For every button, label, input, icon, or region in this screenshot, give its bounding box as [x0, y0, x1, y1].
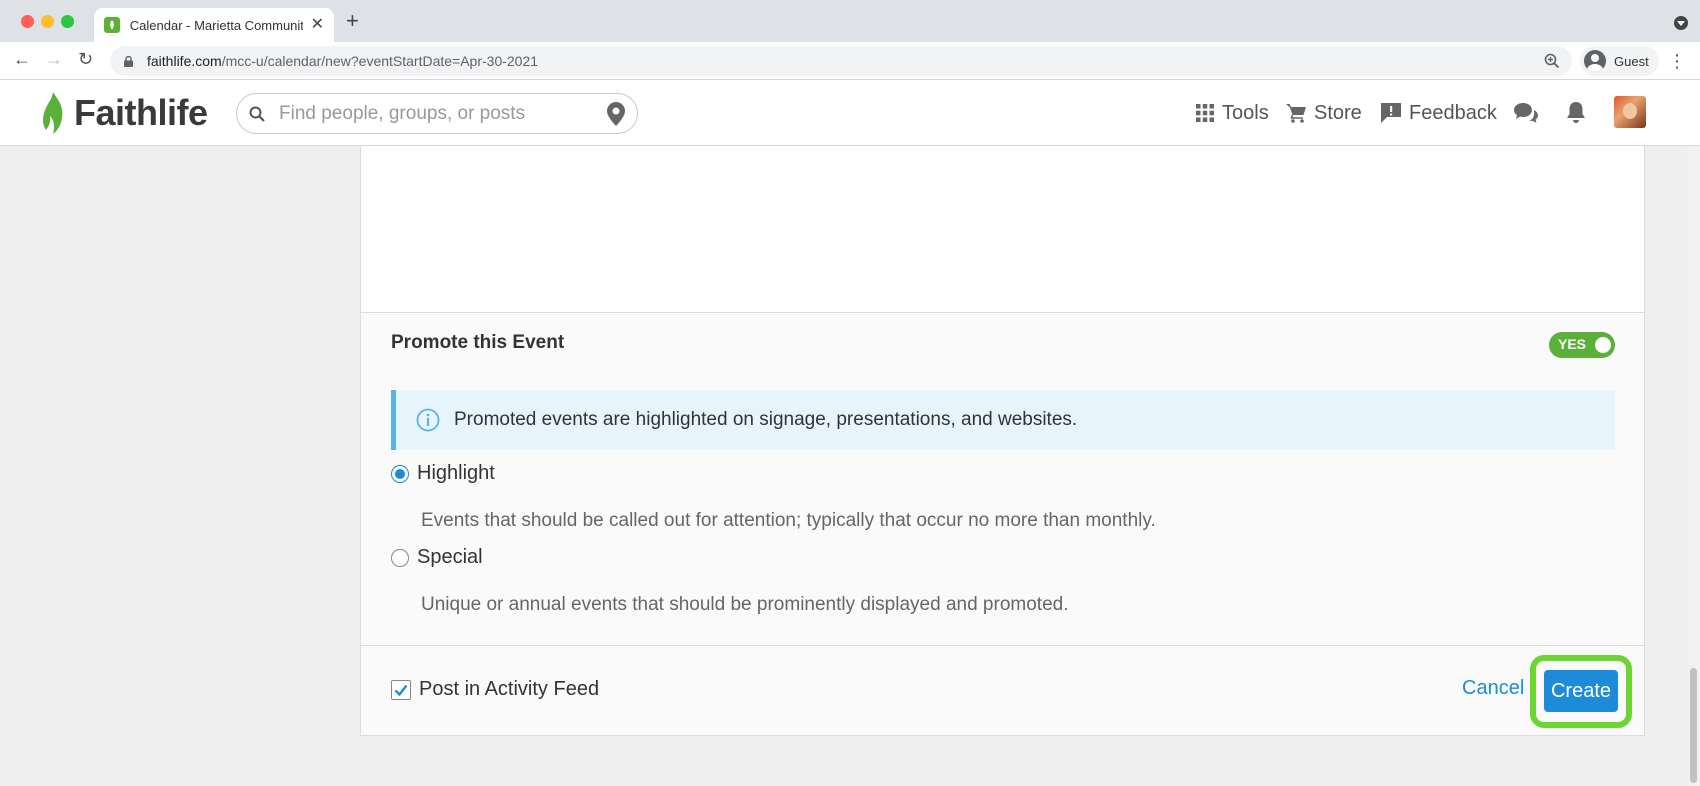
forward-arrow-icon[interactable]: →	[45, 50, 63, 68]
highlight-label[interactable]: Highlight	[417, 462, 495, 485]
info-icon	[416, 408, 440, 432]
promote-info-text: Promoted events are highlighted on signa…	[454, 409, 1078, 430]
promote-toggle-label: YES	[1558, 336, 1587, 352]
new-tab-button[interactable]: +	[346, 10, 359, 32]
back-arrow-icon[interactable]: ←	[13, 50, 31, 68]
cart-icon	[1286, 104, 1306, 123]
faithlife-logo[interactable]: Faithlife	[38, 88, 208, 138]
grid-icon	[1196, 104, 1214, 122]
bell-icon[interactable]	[1566, 102, 1586, 124]
reload-icon[interactable]: ↻	[78, 50, 93, 68]
promote-toggle[interactable]: YES	[1549, 332, 1615, 358]
profile-label: Guest	[1614, 53, 1649, 69]
post-feed-checkbox[interactable]	[391, 679, 411, 700]
cancel-button[interactable]: Cancel	[1462, 677, 1524, 700]
nav-feedback-label: Feedback	[1409, 101, 1497, 124]
zoom-icon[interactable]	[1544, 53, 1560, 69]
chat-icon[interactable]	[1514, 102, 1538, 124]
user-avatar[interactable]	[1614, 96, 1646, 128]
search-icon	[249, 106, 265, 122]
nav-store[interactable]: Store	[1286, 94, 1362, 132]
event-description-editor[interactable]	[361, 146, 1644, 313]
site-header: Faithlife Tools Store	[0, 80, 1700, 146]
browser-menu-icon[interactable]: ⋮	[1668, 52, 1686, 70]
url-host: faithlife.com	[147, 53, 222, 69]
post-in-activity-feed[interactable]: Post in Activity Feed	[391, 678, 599, 701]
url-text: faithlife.com/mcc-u/calendar/new?eventSt…	[147, 53, 538, 69]
location-pin-icon[interactable]	[607, 102, 625, 126]
browser-tab[interactable]: Calendar - Marietta Community ✕	[94, 8, 334, 42]
lock-icon	[124, 55, 133, 67]
special-radio[interactable]	[391, 548, 409, 567]
special-description: Unique or annual events that should be p…	[421, 594, 1069, 615]
url-field[interactable]: faithlife.com/mcc-u/calendar/new?eventSt…	[110, 46, 1572, 76]
guest-avatar-icon	[1584, 50, 1606, 72]
highlight-description: Events that should be called out for att…	[421, 510, 1156, 531]
post-feed-label[interactable]: Post in Activity Feed	[419, 678, 599, 701]
nav-store-label: Store	[1314, 101, 1362, 124]
promote-info-box: Promoted events are highlighted on signa…	[391, 390, 1615, 450]
promote-section-title: Promote this Event	[391, 332, 565, 353]
tab-close-icon[interactable]: ✕	[311, 17, 324, 33]
window-maximize-button[interactable]	[61, 15, 74, 28]
promote-section: Promote this Event YES Promoted events a…	[361, 314, 1644, 646]
form-footer: Post in Activity Feed Cancel Create	[361, 647, 1644, 735]
toggle-knob	[1595, 337, 1611, 353]
event-form-card: Promote this Event YES Promoted events a…	[360, 146, 1645, 736]
option-highlight[interactable]: Highlight	[391, 462, 495, 485]
special-label[interactable]: Special	[417, 546, 483, 569]
browser-tab-bar: Calendar - Marietta Community ✕ +	[0, 0, 1700, 42]
nav-feedback[interactable]: Feedback	[1381, 94, 1497, 132]
checkmark-icon	[394, 684, 408, 696]
window-minimize-button[interactable]	[41, 15, 54, 28]
search-box[interactable]	[236, 93, 638, 134]
faithlife-favicon-icon	[104, 17, 120, 33]
feedback-icon	[1381, 103, 1401, 123]
window-close-button[interactable]	[21, 15, 34, 28]
create-button-highlight: Create	[1530, 655, 1632, 728]
page-scrollbar[interactable]	[1687, 146, 1700, 786]
profile-button[interactable]: Guest	[1580, 46, 1659, 76]
nav-tools[interactable]: Tools	[1196, 94, 1269, 132]
nav-tools-label: Tools	[1222, 101, 1269, 124]
create-button[interactable]: Create	[1544, 670, 1618, 712]
flame-logo-icon	[43, 92, 63, 134]
search-input[interactable]	[279, 102, 599, 125]
browser-address-bar: ← → ↻ faithlife.com/mcc-u/calendar/new?e…	[0, 42, 1700, 80]
tab-search-icon[interactable]	[1674, 16, 1688, 30]
highlight-radio[interactable]	[391, 464, 409, 483]
option-special[interactable]: Special	[391, 546, 483, 569]
scrollbar-thumb[interactable]	[1690, 668, 1697, 783]
url-path: /mcc-u/calendar/new?eventStartDate=Apr-3…	[221, 53, 539, 69]
logo-text: Faithlife	[74, 92, 208, 133]
tab-title: Calendar - Marietta Community	[129, 17, 303, 33]
